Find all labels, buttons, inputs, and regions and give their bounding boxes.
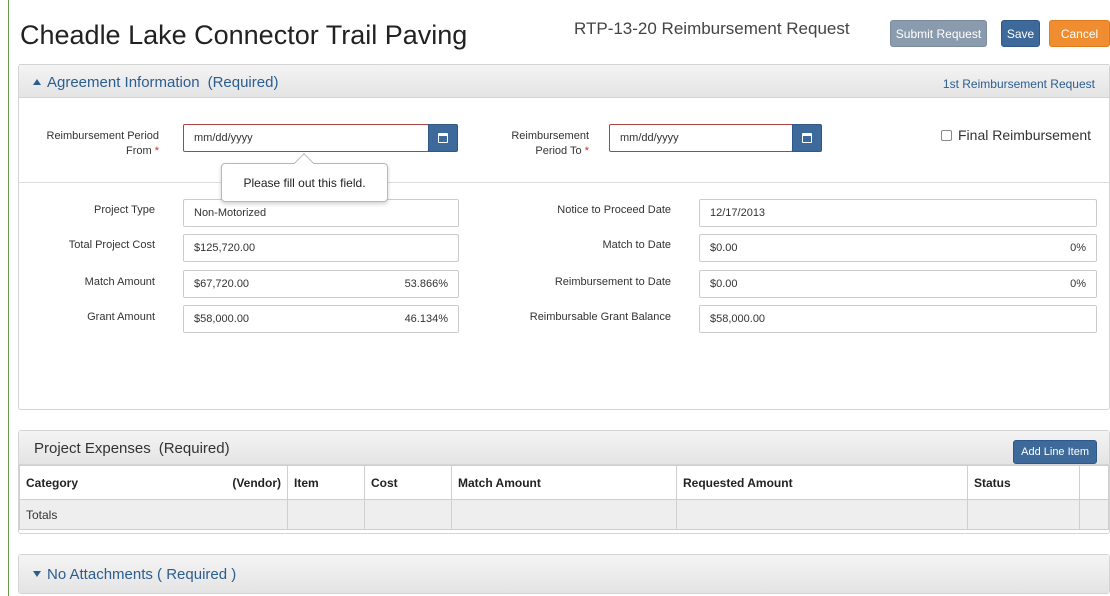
reimbursement-request-number: 1st Reimbursement Request	[942, 77, 1095, 91]
section-divider	[19, 182, 1109, 183]
attachments-title-text: No Attachments ( Required )	[47, 566, 237, 583]
validation-tooltip: Please fill out this field.	[221, 153, 388, 202]
totals-requested-cell	[676, 499, 968, 530]
column-header-requested-amount[interactable]: Requested Amount	[676, 465, 968, 500]
period-to-input[interactable]: mm/dd/yyyy	[609, 124, 793, 152]
match-to-date-value: $0.00	[710, 242, 738, 254]
period-from-label-line1: Reimbursement Period	[46, 130, 160, 142]
attachments-panel: No Attachments ( Required )	[18, 554, 1110, 594]
vendor-header-text: (Vendor)	[232, 475, 281, 490]
period-to-calendar-button[interactable]	[792, 124, 822, 152]
tooltip-text: Please fill out this field.	[243, 175, 366, 190]
grant-balance-value: $58,000.00	[710, 313, 766, 325]
totals-cost-cell	[364, 499, 452, 530]
reimbursement-to-date-label: Reimbursement to Date	[554, 276, 671, 288]
grant-amount-field: $58,000.00 46.134%	[183, 305, 459, 333]
notice-to-proceed-value: 12/17/2013	[710, 207, 766, 219]
final-reimbursement-label: Final Reimbursement	[958, 127, 1092, 143]
add-line-item-button[interactable]: Add Line Item	[1013, 440, 1097, 464]
expenses-panel-title: Project Expenses (Required)	[34, 440, 230, 457]
expenses-title-text: Project Expenses	[34, 440, 151, 457]
totals-match-cell	[451, 499, 677, 530]
page-header: Cheadle Lake Connector Trail Paving RTP-…	[18, 0, 1110, 64]
reimbursement-to-date-field: $0.00 0%	[699, 270, 1097, 298]
checkbox-box[interactable]	[941, 129, 952, 141]
reimbursement-to-date-percent: 0%	[1070, 278, 1086, 290]
expenses-panel-header: Project Expenses (Required) Add Line Item	[19, 431, 1109, 465]
category-header-text: Category	[26, 475, 79, 490]
project-type-label: Project Type	[94, 204, 155, 216]
required-star: *	[584, 145, 589, 157]
match-to-date-label: Match to Date	[602, 239, 671, 251]
calendar-icon	[802, 133, 812, 143]
expenses-table: Category (Vendor) Item Cost Match Amount…	[19, 465, 1109, 530]
cancel-button[interactable]: Cancel	[1049, 20, 1110, 47]
match-to-date-percent: 0%	[1070, 242, 1086, 254]
totals-label: Totals	[19, 499, 288, 530]
agreement-required-text: (Required)	[207, 74, 279, 91]
match-amount-value: $67,720.00	[194, 278, 250, 290]
grant-balance-label: Reimbursable Grant Balance	[529, 311, 671, 323]
agreement-panel-title[interactable]: Agreement Information (Required)	[33, 74, 278, 91]
table-header-row: Category (Vendor) Item Cost Match Amount…	[19, 465, 1109, 500]
grant-balance-field: $58,000.00	[699, 305, 1097, 333]
grant-amount-label: Grant Amount	[87, 311, 155, 323]
period-to-label-line1: Reimbursement	[511, 130, 589, 142]
period-from-calendar-button[interactable]	[428, 124, 458, 152]
totals-item-cell	[287, 499, 365, 530]
attachments-panel-title[interactable]: No Attachments ( Required )	[33, 566, 236, 583]
project-type-value: Non-Motorized	[194, 207, 267, 219]
attachments-panel-header[interactable]: No Attachments ( Required )	[19, 555, 1109, 593]
match-amount-label: Match Amount	[84, 276, 155, 288]
period-from-label: Reimbursement Period From *	[19, 129, 160, 159]
caret-up-icon	[33, 79, 41, 85]
agreement-panel-header[interactable]: Agreement Information (Required) 1st Reim…	[19, 64, 1109, 98]
period-to-label: Reimbursement Period To *	[479, 129, 589, 159]
period-from-label-line2: From	[125, 145, 152, 157]
agreement-title-text: Agreement Information	[47, 74, 200, 91]
column-header-category[interactable]: Category (Vendor)	[19, 465, 288, 500]
notice-to-proceed-label: Notice to Proceed Date	[557, 204, 671, 216]
totals-actions-cell	[1079, 499, 1109, 530]
final-reimbursement-checkbox[interactable]: Final Reimbursement	[941, 127, 1091, 143]
match-amount-percent: 53.866%	[404, 278, 448, 290]
required-star: *	[154, 145, 159, 157]
total-project-cost-label: Total Project Cost	[68, 239, 155, 251]
total-project-cost-value: $125,720.00	[194, 242, 256, 254]
column-header-cost[interactable]: Cost	[364, 465, 452, 500]
total-project-cost-field: $125,720.00	[183, 234, 459, 262]
caret-down-icon	[33, 571, 41, 577]
match-to-date-field: $0.00 0%	[699, 234, 1097, 262]
grant-amount-value: $58,000.00	[194, 313, 250, 325]
expenses-required-text: (Required)	[158, 440, 230, 457]
grant-amount-percent: 46.134%	[404, 313, 448, 325]
column-header-item[interactable]: Item	[287, 465, 365, 500]
column-header-match-amount[interactable]: Match Amount	[451, 465, 677, 500]
period-to-label-line2: Period To	[535, 145, 582, 157]
agreement-information-panel: Agreement Information (Required) 1st Reim…	[18, 64, 1110, 410]
reimbursement-to-date-value: $0.00	[710, 278, 738, 290]
submit-request-button[interactable]: Submit Request	[890, 20, 987, 47]
notice-to-proceed-field: 12/17/2013	[699, 199, 1097, 227]
totals-row: Totals	[19, 499, 1109, 530]
request-subtitle: RTP-13-20 Reimbursement Request	[574, 19, 850, 38]
project-type-field: Non-Motorized	[183, 199, 459, 227]
column-header-actions	[1079, 465, 1109, 500]
column-header-status[interactable]: Status	[967, 465, 1080, 500]
project-expenses-panel: Project Expenses (Required) Add Line Item…	[18, 430, 1110, 534]
match-amount-field: $67,720.00 53.866%	[183, 270, 459, 298]
left-border-rule	[8, 0, 9, 596]
period-from-input[interactable]: mm/dd/yyyy	[183, 124, 429, 152]
totals-status-cell	[967, 499, 1080, 530]
page-title: Cheadle Lake Connector Trail Paving	[20, 20, 468, 50]
calendar-icon	[438, 133, 448, 143]
save-button[interactable]: Save	[1001, 20, 1040, 47]
